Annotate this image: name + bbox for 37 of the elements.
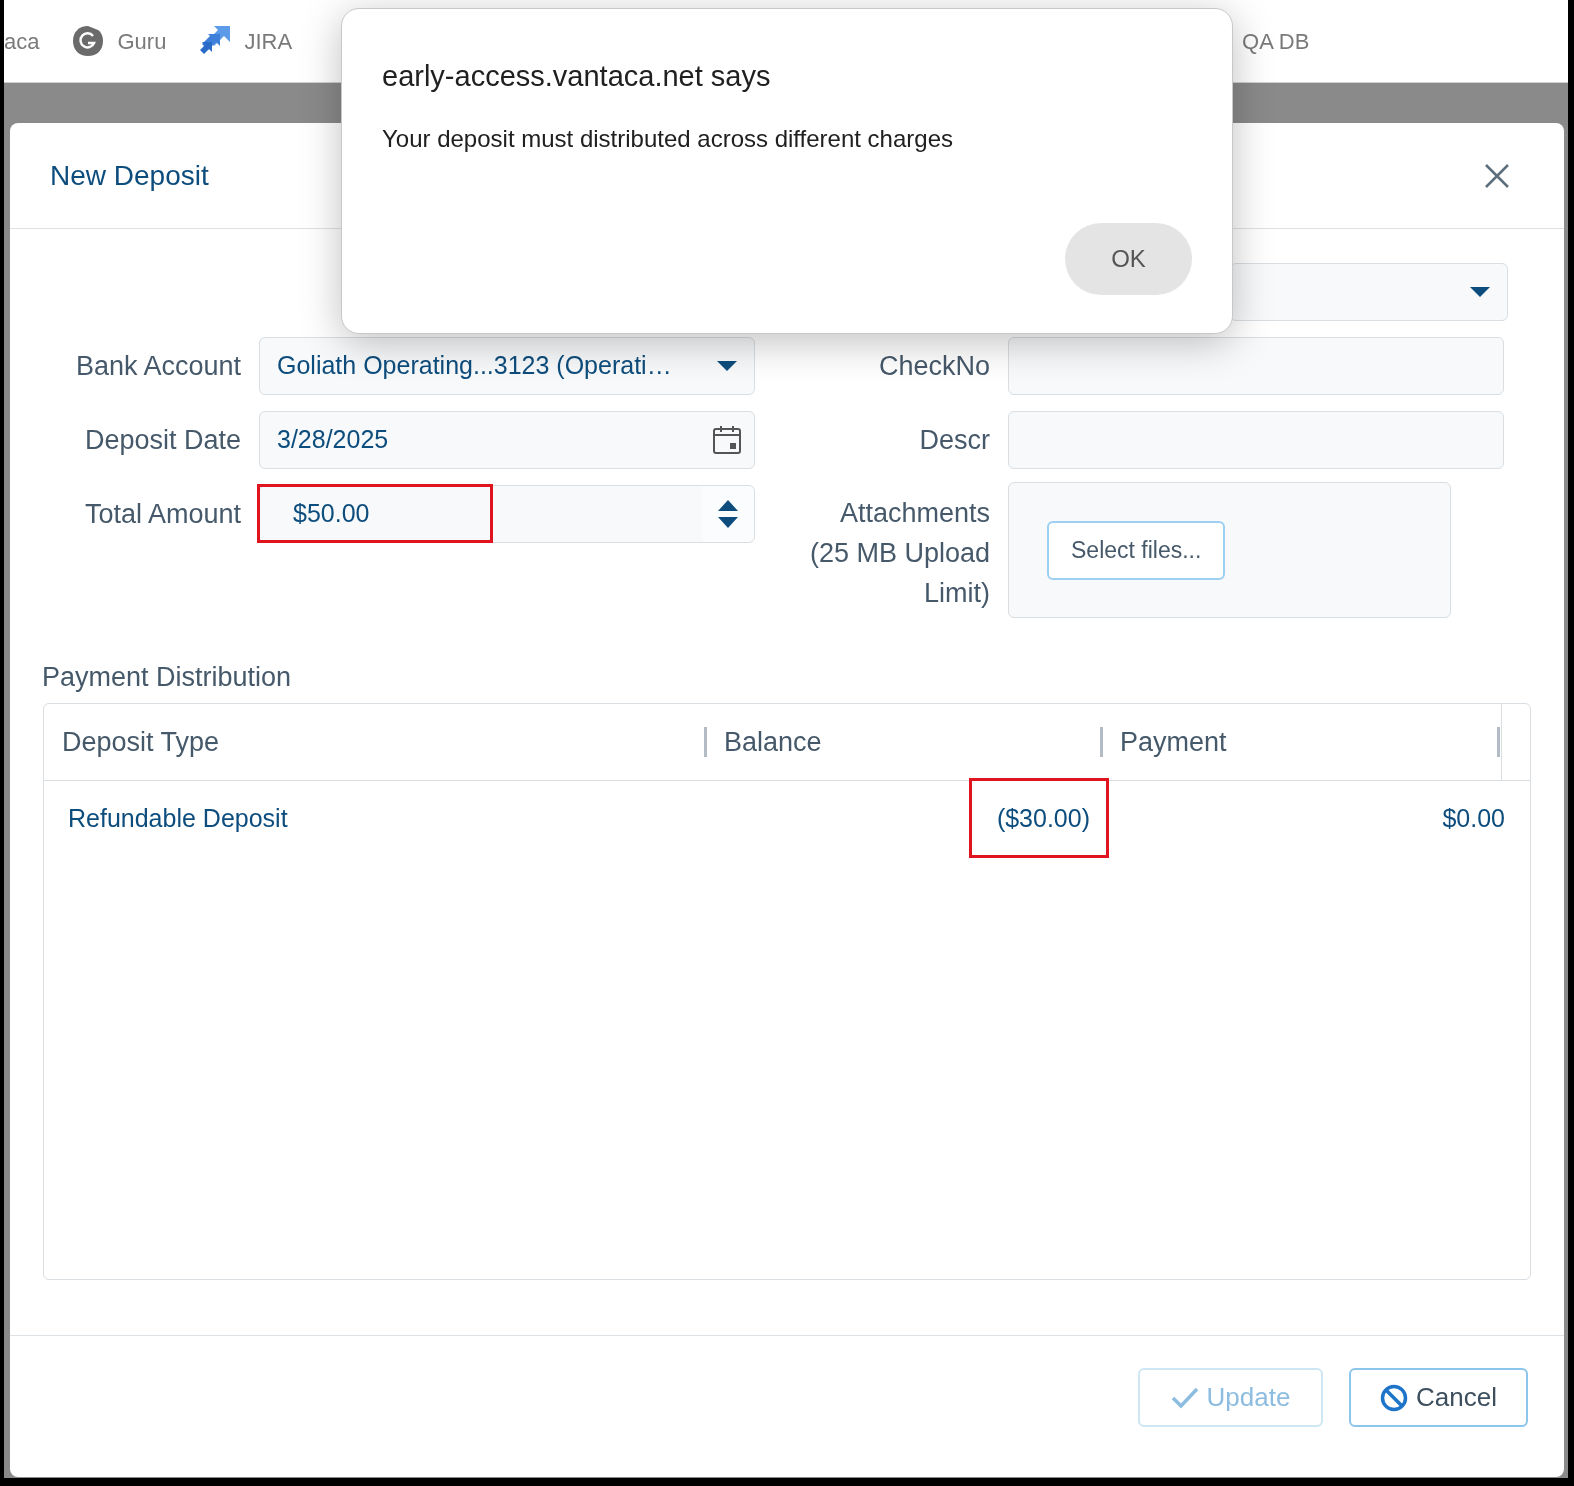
table-cell-link[interactable]: Refundable Deposit	[68, 804, 288, 833]
table-cell: ($30.00)	[996, 804, 1090, 833]
dialog-message: Your deposit must distributed across different charges	[382, 123, 954, 154]
cancel-button[interactable]: Cancel	[1349, 1368, 1528, 1427]
dialog-title: early-access.vantaca.net says	[382, 59, 772, 94]
text-field[interactable]	[1008, 337, 1504, 395]
ban-icon	[1380, 1383, 1409, 1412]
check-icon	[1170, 1386, 1199, 1409]
ok-button[interactable]: OK	[1065, 223, 1192, 295]
select-field[interactable]	[1230, 263, 1508, 321]
field-label: Attachments (25 MB Upload Limit)	[808, 497, 990, 610]
field-label: Total Amount	[84, 497, 241, 531]
caret-icon	[716, 360, 738, 372]
column-header[interactable]: Deposit Type	[62, 721, 220, 763]
bookmark-link[interactable]: aca	[4, 24, 40, 58]
bookmark-link[interactable]: JIRA	[244, 24, 293, 58]
field-label: Deposit Date	[84, 423, 241, 457]
bookmark-link[interactable]: QA DB	[1242, 24, 1310, 58]
field-label: Bank Account	[75, 349, 241, 383]
calendar-icon	[712, 425, 742, 455]
field-label: Descr	[919, 423, 990, 457]
text-field[interactable]	[1008, 411, 1504, 469]
stepper-icon	[718, 499, 738, 529]
modal-title: New Deposit	[50, 158, 209, 193]
guru-icon	[71, 24, 106, 58]
column-header[interactable]: Payment	[1120, 721, 1227, 763]
bookmark-link[interactable]: Guru	[117, 24, 167, 58]
select-field[interactable]: Goliath Operating...3123 (Operati…	[259, 337, 755, 395]
field-label: CheckNo	[878, 349, 990, 383]
section-heading: Payment Distribution	[42, 661, 292, 694]
close-icon[interactable]	[1484, 162, 1510, 189]
column-header[interactable]: Balance	[724, 721, 822, 763]
number-field[interactable]: $50.00	[259, 485, 755, 543]
caret-icon	[1469, 286, 1491, 298]
select-files-button[interactable]: Select files...	[1047, 520, 1226, 580]
table-cell-text: $0.00	[1442, 803, 1505, 835]
date-field[interactable]: 3/28/2025	[259, 411, 755, 469]
